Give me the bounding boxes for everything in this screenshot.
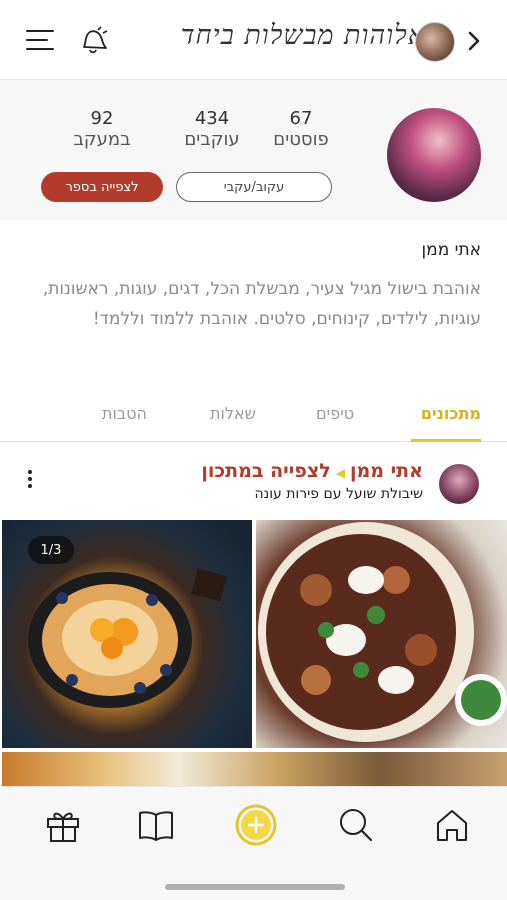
stat-following-value: 92	[90, 108, 114, 129]
stat-following-label: במעקב	[73, 129, 131, 150]
brand-title: אלוהות מבשלות ביחד	[180, 20, 425, 51]
back-chevron-icon[interactable]	[465, 30, 483, 52]
post-title-line: אתי ממן ◀ לצפייה במתכון	[201, 460, 423, 482]
post-author-avatar[interactable]	[439, 464, 479, 504]
menu-icon[interactable]	[26, 28, 54, 52]
post-image-meat-dish[interactable]	[256, 520, 507, 748]
stat-posts-label: פוסטים	[273, 129, 329, 150]
app-header: אלוהות מבשלות ביחד	[0, 0, 507, 80]
home-indicator-bar	[165, 884, 345, 890]
post-header: אתי ממן ◀ לצפייה במתכון שיבולת שועל עם פיר…	[0, 450, 507, 514]
profile-bio-area: אתי ממן אוהבת בישול מגיל צעיר, מבשלת הכל…	[0, 220, 507, 400]
book-icon[interactable]	[136, 805, 176, 845]
stat-followers-label: עוקבים	[184, 129, 240, 150]
gift-icon[interactable]	[43, 805, 83, 845]
bottom-navigation	[0, 786, 507, 900]
profile-bio: אוהבת בישול מגיל צעיר, מבשלת הכל, דגים, …	[42, 279, 481, 329]
stat-following[interactable]: 92 במעקב	[62, 108, 142, 150]
profile-name: אתי ממן	[421, 240, 481, 260]
profile-stats-area: 67 פוסטים 434 עוקבים 92 במעקב עקוב/עקבי …	[0, 80, 507, 220]
follow-button[interactable]: עקוב/עקבי	[176, 172, 332, 202]
stat-followers[interactable]: 434 עוקבים	[164, 108, 260, 150]
search-icon[interactable]	[336, 805, 376, 845]
meat-dish-illustration	[258, 522, 507, 742]
view-recipe-link[interactable]: לצפייה במתכון	[201, 460, 330, 482]
tab-recipes[interactable]: מתכונים	[421, 404, 481, 423]
post-author-name[interactable]: אתי ממן	[350, 460, 423, 482]
profile-tabs: מתכונים טיפים שאלות הטבות	[0, 396, 507, 442]
home-icon[interactable]	[432, 805, 472, 845]
tab-tips[interactable]: טיפים	[316, 404, 354, 423]
profile-avatar	[387, 108, 481, 202]
stat-posts[interactable]: 67 פוסטים	[266, 108, 336, 150]
bell-icon[interactable]	[76, 25, 110, 57]
active-tab-indicator	[411, 439, 481, 442]
post-subtitle: שיבולת שועל עם פירות עונה	[254, 486, 423, 502]
stat-followers-value: 434	[194, 108, 230, 129]
view-book-button[interactable]: לצפייה בספר	[41, 172, 163, 202]
post-gallery[interactable]: 1/3	[0, 520, 507, 748]
plus-circle-icon[interactable]	[234, 803, 278, 847]
stat-posts-value: 67	[289, 108, 313, 129]
next-post-image-preview[interactable]	[2, 752, 507, 786]
tab-benefits[interactable]: הטבות	[102, 404, 147, 423]
post-arrow-icon: ◀	[335, 466, 345, 480]
more-options-icon[interactable]	[24, 468, 36, 490]
header-avatar[interactable]	[415, 22, 455, 62]
tab-questions[interactable]: שאלות	[210, 404, 256, 423]
post-image-pancake[interactable]: 1/3	[2, 520, 252, 748]
image-counter: 1/3	[28, 536, 74, 564]
